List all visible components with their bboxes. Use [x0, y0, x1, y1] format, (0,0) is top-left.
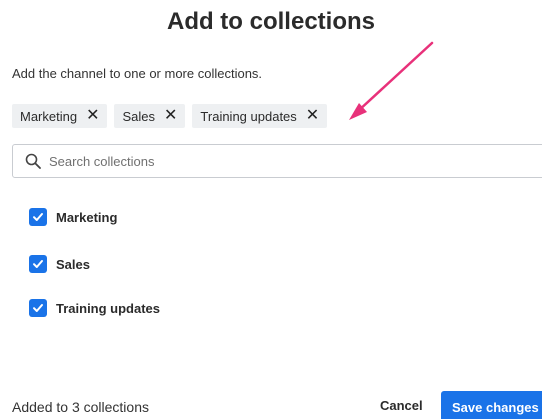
checkbox-checked[interactable]: [29, 255, 47, 273]
dialog-description: Add the channel to one or more collectio…: [12, 66, 263, 81]
selected-collections-chips: Marketing ✕ Sales ✕ Training updates ✕: [12, 104, 328, 128]
chip-label: Training updates: [200, 108, 297, 124]
chip-label: Sales: [122, 108, 156, 124]
checkbox-checked[interactable]: [29, 208, 47, 226]
chip-sales: Sales ✕: [114, 104, 186, 128]
close-icon[interactable]: ✕: [306, 108, 319, 124]
add-to-collections-dialog: Add to collections Add the channel to on…: [0, 0, 542, 419]
dialog-title: Add to collections: [166, 8, 375, 35]
chip-training-updates: Training updates ✕: [192, 104, 328, 128]
search-input[interactable]: [49, 153, 509, 169]
cancel-button[interactable]: Cancel: [380, 398, 423, 413]
option-marketing[interactable]: Marketing: [29, 208, 117, 226]
checkmark-icon: [33, 213, 43, 221]
save-changes-button[interactable]: Save changes: [441, 391, 542, 419]
checkmark-icon: [33, 260, 43, 268]
option-sales[interactable]: Sales: [29, 255, 90, 273]
checkbox-checked[interactable]: [29, 299, 47, 317]
option-training-updates[interactable]: Training updates: [29, 299, 160, 317]
option-label: Training updates: [56, 300, 161, 316]
chip-label: Marketing: [20, 108, 78, 124]
option-label: Marketing: [56, 209, 118, 225]
checkmark-icon: [33, 304, 43, 312]
search-icon: [25, 153, 41, 169]
selection-status: Added to 3 collections: [12, 399, 149, 415]
close-icon[interactable]: ✕: [86, 108, 99, 124]
option-label: Sales: [56, 256, 90, 272]
close-icon[interactable]: ✕: [164, 108, 177, 124]
search-collections-field[interactable]: [12, 144, 542, 178]
chip-marketing: Marketing ✕: [12, 104, 108, 128]
